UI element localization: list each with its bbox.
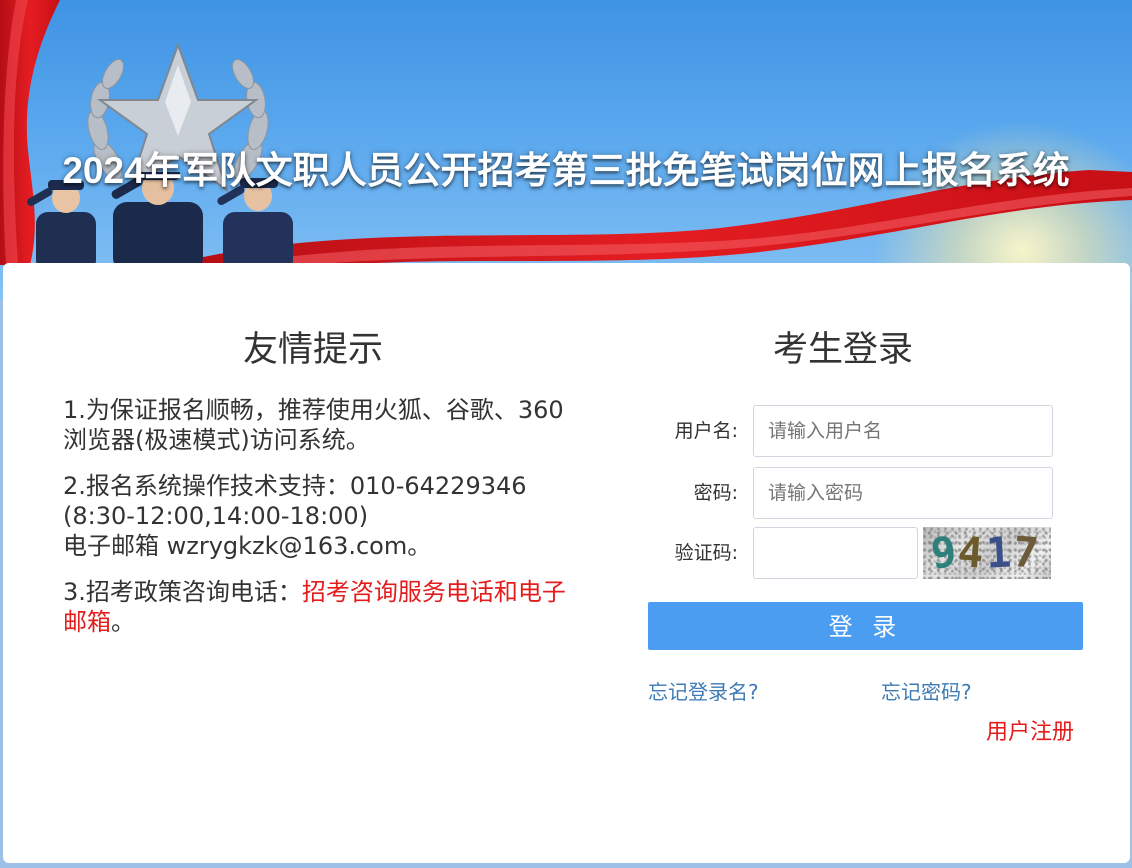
tip-policy-prefix: 3.招考政策咨询电话：: [63, 578, 302, 606]
page-title: 2024年军队文职人员公开招考第三批免笔试岗位网上报名系统: [62, 150, 1070, 191]
tip-policy-suffix: 。: [111, 608, 135, 636]
tip-tech-support-email: 电子邮箱 wzrygkzk@163.com。: [63, 532, 432, 560]
captcha-digit: 7: [1010, 527, 1043, 579]
username-input[interactable]: [753, 405, 1053, 457]
login-title: 考生登录: [772, 330, 913, 370]
tip-policy-consult: 3.招考政策咨询电话：招考咨询服务电话和电子邮箱。: [63, 577, 575, 637]
forgot-password-link[interactable]: 忘记密码?: [881, 676, 972, 705]
tip-tech-support: 2.报名系统操作技术支持：010-64229346 (8:30-12:00,14…: [63, 471, 575, 561]
captcha-digit: 4: [956, 527, 988, 578]
password-input[interactable]: [753, 467, 1053, 519]
main-panel: 友情提示 1.为保证报名顺畅，推荐使用火狐、谷歌、360浏览器(极速模式)访问系…: [3, 263, 1130, 863]
tip-tech-support-hours: (8:30-12:00,14:00-18:00): [63, 502, 369, 530]
tips-list: 1.为保证报名顺畅，推荐使用火狐、谷歌、360浏览器(极速模式)访问系统。 2.…: [63, 395, 575, 653]
captcha-digit: 1: [984, 527, 1015, 578]
username-label: 用户名:: [674, 420, 738, 442]
captcha-input[interactable]: [753, 527, 918, 579]
header-banner: 2024年军队文职人员公开招考第三批免笔试岗位网上报名系统: [0, 0, 1132, 300]
register-link[interactable]: 用户注册: [986, 714, 1074, 746]
captcha-label: 验证码:: [674, 542, 738, 564]
tip-tech-support-phone: 2.报名系统操作技术支持：010-64229346: [63, 472, 527, 500]
tips-title: 友情提示: [242, 330, 383, 370]
tip-browser: 1.为保证报名顺畅，推荐使用火狐、谷歌、360浏览器(极速模式)访问系统。: [63, 396, 564, 454]
login-button[interactable]: 登 录: [648, 602, 1083, 650]
captcha-image[interactable]: 9417: [923, 527, 1051, 579]
captcha-digits: 9417: [928, 527, 1051, 579]
password-label: 密码:: [693, 482, 738, 504]
forgot-username-link[interactable]: 忘记登录名?: [648, 676, 759, 705]
